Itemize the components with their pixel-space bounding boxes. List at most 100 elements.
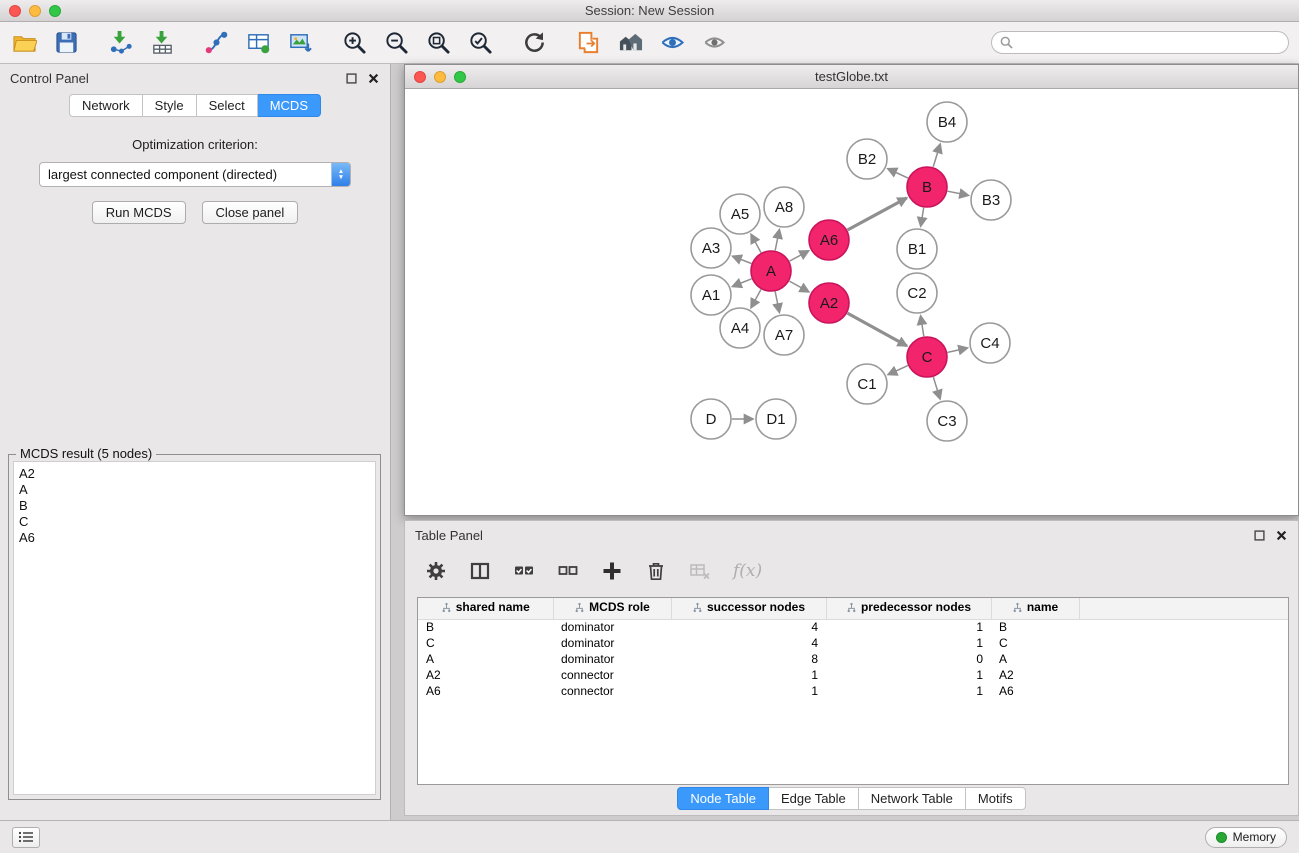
open-session-button[interactable] bbox=[10, 29, 38, 57]
tab-select[interactable]: Select bbox=[197, 94, 258, 117]
show-columns-button[interactable] bbox=[469, 558, 491, 584]
close-window-button[interactable] bbox=[9, 5, 21, 17]
layout-presets-button[interactable] bbox=[616, 29, 644, 57]
graph-node-B1[interactable]: B1 bbox=[897, 229, 937, 269]
graph-edge-B-B2[interactable] bbox=[888, 169, 908, 178]
result-item[interactable]: A6 bbox=[19, 530, 370, 546]
graph-node-C[interactable]: C bbox=[907, 337, 947, 377]
export-image-button[interactable] bbox=[286, 29, 314, 57]
show-graphics-details-button[interactable] bbox=[658, 29, 686, 57]
graph-node-A5[interactable]: A5 bbox=[720, 194, 760, 234]
graph-edge-A-A1[interactable] bbox=[732, 279, 751, 287]
graph-node-A[interactable]: A bbox=[751, 251, 791, 291]
graph-node-A6[interactable]: A6 bbox=[809, 220, 849, 260]
cell-name[interactable]: B bbox=[991, 619, 1079, 635]
network-canvas[interactable]: B4B2BB3A8A5A6A3B1AC2A1A2A4A7C4CC1DD1C3 bbox=[405, 90, 1298, 515]
import-table-button[interactable] bbox=[148, 29, 176, 57]
tab-network-table[interactable]: Network Table bbox=[859, 787, 966, 810]
close-network-window-button[interactable] bbox=[414, 71, 426, 83]
graph-node-C2[interactable]: C2 bbox=[897, 273, 937, 313]
cell-mcds_role[interactable]: connector bbox=[553, 683, 671, 699]
cell-name[interactable]: C bbox=[991, 635, 1079, 651]
cell-successor_nodes[interactable]: 4 bbox=[671, 635, 826, 651]
tab-network[interactable]: Network bbox=[69, 94, 143, 117]
cell-mcds_role[interactable]: dominator bbox=[553, 635, 671, 651]
cell-predecessor_nodes[interactable]: 1 bbox=[826, 619, 991, 635]
cell-successor_nodes[interactable]: 4 bbox=[671, 619, 826, 635]
zoom-fit-button[interactable] bbox=[424, 29, 452, 57]
column-header-name[interactable]: name bbox=[991, 598, 1079, 619]
tab-motifs[interactable]: Motifs bbox=[966, 787, 1026, 810]
graph-node-A1[interactable]: A1 bbox=[691, 275, 731, 315]
float-panel-icon[interactable] bbox=[344, 71, 358, 85]
cell-successor_nodes[interactable]: 1 bbox=[671, 667, 826, 683]
cell-predecessor_nodes[interactable]: 1 bbox=[826, 667, 991, 683]
tab-node-table[interactable]: Node Table bbox=[677, 787, 769, 810]
graph-edge-A-A6[interactable] bbox=[790, 251, 809, 261]
optimization-criterion-select[interactable]: largest connected component (directed) ▲… bbox=[39, 162, 351, 187]
function-builder-button[interactable]: f(x) bbox=[733, 558, 762, 584]
graph-node-D1[interactable]: D1 bbox=[756, 399, 796, 439]
graph-node-B2[interactable]: B2 bbox=[847, 139, 887, 179]
close-table-panel-icon[interactable] bbox=[1274, 528, 1288, 542]
graph-node-C4[interactable]: C4 bbox=[970, 323, 1010, 363]
cell-mcds_role[interactable]: connector bbox=[553, 667, 671, 683]
cell-successor_nodes[interactable]: 1 bbox=[671, 683, 826, 699]
close-panel-icon[interactable] bbox=[366, 71, 380, 85]
table-row[interactable]: Adominator80A bbox=[418, 651, 1288, 667]
tab-edge-table[interactable]: Edge Table bbox=[769, 787, 859, 810]
table-row[interactable]: A6connector11A6 bbox=[418, 683, 1288, 699]
refresh-layout-button[interactable] bbox=[520, 29, 548, 57]
graph-edge-A-A7[interactable] bbox=[775, 292, 779, 313]
cell-name[interactable]: A2 bbox=[991, 667, 1079, 683]
column-header-predecessor_nodes[interactable]: predecessor nodes bbox=[826, 598, 991, 619]
cell-predecessor_nodes[interactable]: 0 bbox=[826, 651, 991, 667]
tab-mcds[interactable]: MCDS bbox=[258, 94, 321, 117]
cell-predecessor_nodes[interactable]: 1 bbox=[826, 635, 991, 651]
table-settings-button[interactable] bbox=[425, 558, 447, 584]
graph-node-A2[interactable]: A2 bbox=[809, 283, 849, 323]
graph-edge-A-A3[interactable] bbox=[733, 256, 752, 263]
graph-edge-A-A5[interactable] bbox=[751, 234, 761, 252]
graph-node-B4[interactable]: B4 bbox=[927, 102, 967, 142]
graph-edge-A6-B[interactable] bbox=[848, 198, 907, 230]
cell-successor_nodes[interactable]: 8 bbox=[671, 651, 826, 667]
column-header-successor_nodes[interactable]: successor nodes bbox=[671, 598, 826, 619]
search-box[interactable] bbox=[991, 31, 1289, 54]
new-network-table-button[interactable] bbox=[244, 29, 272, 57]
graph-node-A4[interactable]: A4 bbox=[720, 308, 760, 348]
show-panels-button[interactable] bbox=[12, 827, 40, 848]
column-header-shared_name[interactable]: shared name bbox=[418, 598, 553, 619]
graph-node-C3[interactable]: C3 bbox=[927, 401, 967, 441]
add-row-button[interactable] bbox=[601, 558, 623, 584]
zoom-in-button[interactable] bbox=[340, 29, 368, 57]
cell-predecessor_nodes[interactable]: 1 bbox=[826, 683, 991, 699]
run-mcds-button[interactable]: Run MCDS bbox=[92, 201, 186, 224]
cell-shared_name[interactable]: B bbox=[418, 619, 553, 635]
zoom-network-window-button[interactable] bbox=[454, 71, 466, 83]
graph-edge-A-A2[interactable] bbox=[789, 281, 809, 292]
graph-edge-C-C2[interactable] bbox=[921, 316, 924, 337]
cell-mcds_role[interactable]: dominator bbox=[553, 619, 671, 635]
cell-name[interactable]: A bbox=[991, 651, 1079, 667]
delete-table-button[interactable] bbox=[689, 558, 711, 584]
mcds-result-list[interactable]: A2ABCA6 bbox=[13, 461, 376, 795]
graph-node-C1[interactable]: C1 bbox=[847, 364, 887, 404]
graph-edge-B-B1[interactable] bbox=[921, 208, 924, 227]
minimize-network-window-button[interactable] bbox=[434, 71, 446, 83]
graph-edge-A-A4[interactable] bbox=[751, 289, 761, 307]
table-row[interactable]: Bdominator41B bbox=[418, 619, 1288, 635]
zoom-out-button[interactable] bbox=[382, 29, 410, 57]
graph-edge-C-C4[interactable] bbox=[948, 348, 968, 352]
tab-style[interactable]: Style bbox=[143, 94, 197, 117]
result-item[interactable]: C bbox=[19, 514, 370, 530]
column-header-mcds_role[interactable]: MCDS role bbox=[553, 598, 671, 619]
cell-shared_name[interactable]: A bbox=[418, 651, 553, 667]
new-network-button[interactable] bbox=[202, 29, 230, 57]
graph-edge-B-B4[interactable] bbox=[933, 144, 940, 167]
open-recent-button[interactable] bbox=[574, 29, 602, 57]
graph-edge-A-A8[interactable] bbox=[775, 230, 779, 251]
graph-edge-C-C1[interactable] bbox=[888, 366, 908, 375]
search-input[interactable] bbox=[1018, 35, 1280, 50]
graph-node-B3[interactable]: B3 bbox=[971, 180, 1011, 220]
